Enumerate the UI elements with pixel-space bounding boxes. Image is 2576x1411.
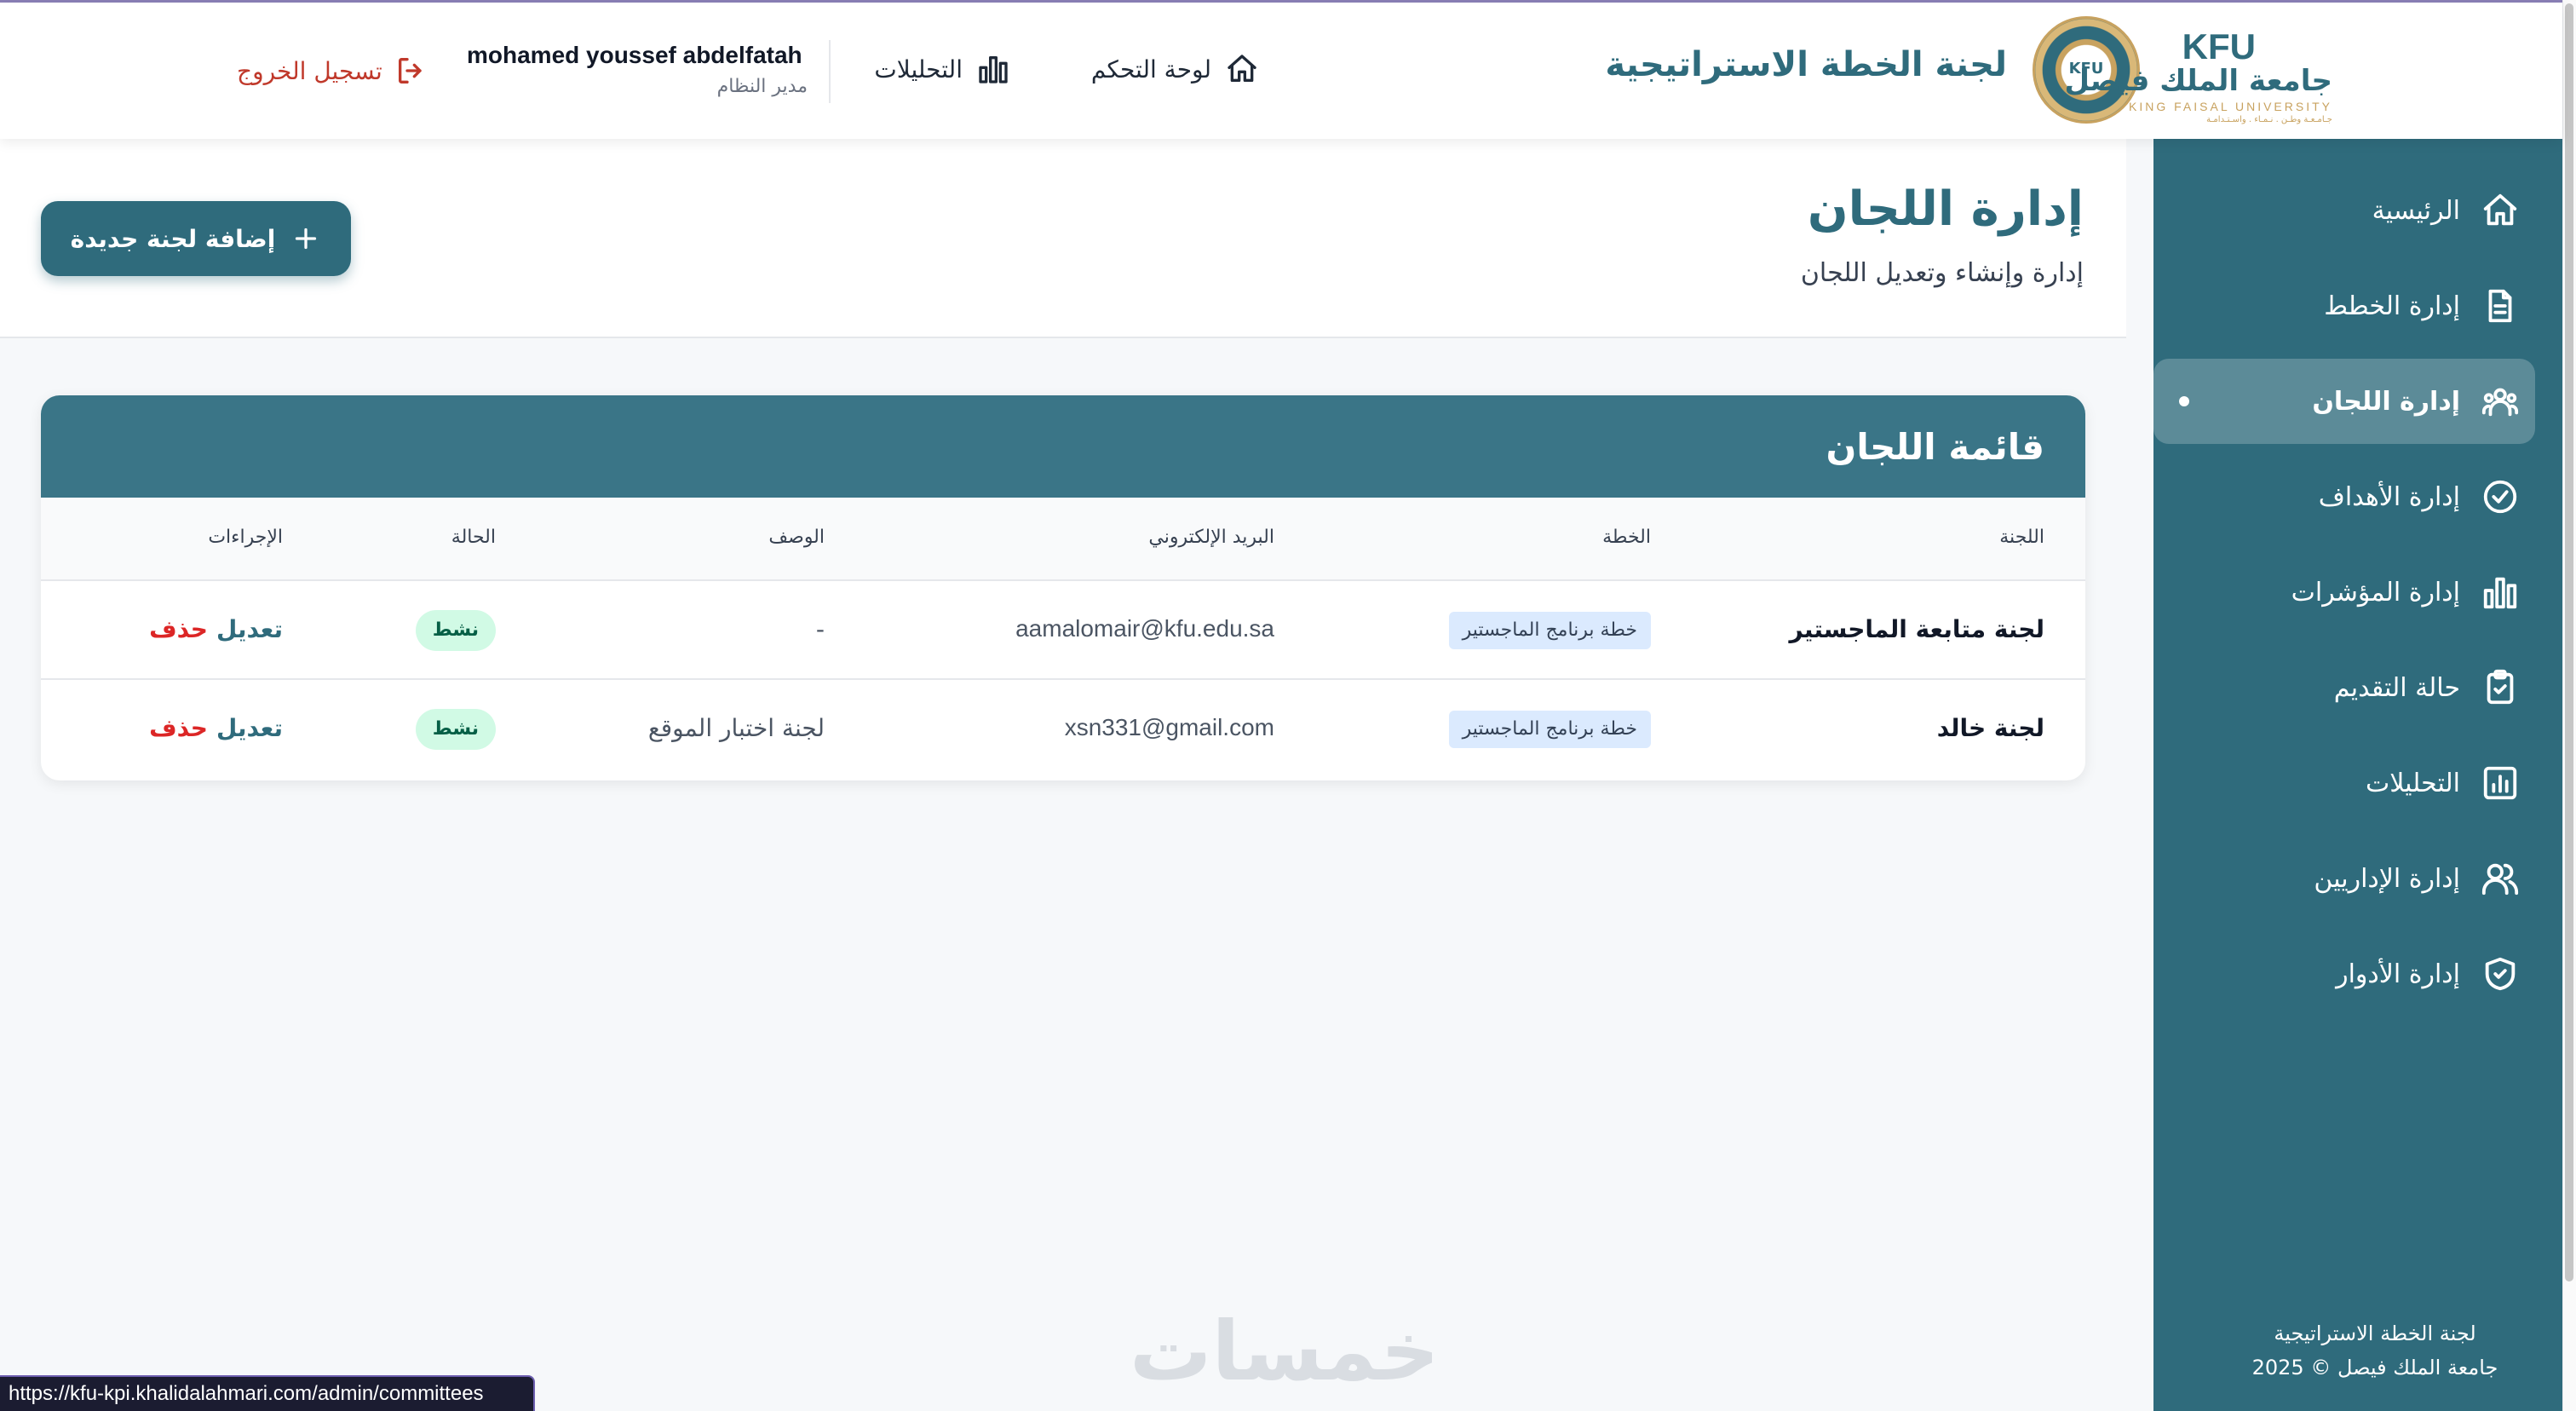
sidebar-item-label: إدارة الخطط xyxy=(2324,291,2460,321)
column-header-actions: الإجراءات xyxy=(208,527,283,548)
document-icon xyxy=(2488,289,2512,323)
clipboard-check-icon xyxy=(2487,669,2514,705)
header-divider xyxy=(829,40,831,103)
status-badge: نشط xyxy=(415,709,496,750)
logout-icon xyxy=(398,58,422,84)
sidebar-item-label: الرئيسية xyxy=(2372,195,2460,226)
sidebar-item-label: إدارة اللجان xyxy=(2312,386,2460,417)
status-badge: نشط xyxy=(415,610,496,651)
sidebar-item-label: إدارة الأهداف xyxy=(2318,481,2460,512)
status-bar-url: https://kfu-kpi.khalidalahmari.com/admin… xyxy=(0,1375,535,1411)
committee-email: xsn331@gmail.com xyxy=(1064,714,1274,740)
sidebar-item-committees[interactable]: إدارة اللجان xyxy=(2153,359,2535,444)
delete-button[interactable]: حذف xyxy=(149,615,208,643)
users-group-icon xyxy=(2481,388,2519,417)
column-header-committee: اللجنة xyxy=(1999,527,2044,548)
nav-dashboard[interactable]: لوحة التحكم xyxy=(1091,52,1259,86)
sidebar-item-goals[interactable]: إدارة الأهداف xyxy=(2153,454,2535,539)
nav-analytics[interactable]: التحليلات xyxy=(874,52,1010,86)
plan-badge: خطة برنامج الماجستير xyxy=(1448,612,1651,649)
analytics-icon xyxy=(2483,766,2517,800)
sidebar-item-label: التحليلات xyxy=(2365,768,2460,798)
logout-button[interactable]: تسجيل الخروج xyxy=(237,54,428,88)
app-title: لجنة الخطة الاستراتيجية xyxy=(1605,45,2007,84)
page-header: إدارة اللجان إدارة وإنشاء وتعديل اللجان … xyxy=(0,139,2126,338)
sidebar-item-indicators[interactable]: إدارة المؤشرات xyxy=(2153,550,2535,635)
column-header-plan: الخطة xyxy=(1602,527,1651,548)
user-name: mohamed youssef abdelfatah xyxy=(467,42,802,68)
scrollbar-thumb[interactable] xyxy=(2565,3,2573,1281)
table-row: لجنة متابعة الماجستير خطة برنامج الماجست… xyxy=(41,581,2085,680)
add-committee-button[interactable]: إضافة لجنة جديدة xyxy=(41,201,351,276)
plan-badge: خطة برنامج الماجستير xyxy=(1448,711,1651,748)
add-committee-label: إضافة لجنة جديدة xyxy=(70,224,276,253)
sidebar-item-label: حالة التقديم xyxy=(2333,672,2460,703)
logo-tagline: جـامـعـة وطـن . نـمـاء . واسـتـدامـة xyxy=(2206,115,2332,124)
sidebar: الرئيسية إدارة الخطط إدارة اللجان إدارة … xyxy=(2153,139,2562,1411)
sidebar-item-home[interactable]: الرئيسية xyxy=(2153,168,2535,253)
sidebar-item-label: إدارة الإداريين xyxy=(2314,863,2460,894)
logo-english-text: KING FAISAL UNIVERSITY xyxy=(2129,100,2332,113)
top-header: KFU KFU جامعة الملك فيصل KING FAISAL UNI… xyxy=(0,3,2562,139)
column-header-status: الحالة xyxy=(451,527,496,548)
table-row: لجنة خالد خطة برنامج الماجستير xsn331@gm… xyxy=(41,680,2085,779)
column-header-description: الوصف xyxy=(768,527,825,548)
watermark-logo: خمسات xyxy=(1130,1304,1440,1399)
nav-analytics-label: التحليلات xyxy=(874,55,963,84)
logout-label: تسجيل الخروج xyxy=(237,56,382,85)
committee-name: لجنة خالد xyxy=(1936,714,2044,742)
edit-button[interactable]: تعديل xyxy=(216,615,283,643)
university-logo[interactable]: KFU KFU جامعة الملك فيصل KING FAISAL UNI… xyxy=(2026,14,2332,125)
sidebar-item-analytics[interactable]: التحليلات xyxy=(2153,740,2535,826)
page-subtitle: إدارة وإنشاء وتعديل اللجان xyxy=(1800,258,2084,288)
table-header: اللجنة الخطة البريد الإلكتروني الوصف الح… xyxy=(41,498,2085,581)
check-circle-icon xyxy=(2483,480,2517,514)
committee-email: aamalomair@kfu.edu.sa xyxy=(1015,615,1274,642)
sidebar-footer-title: لجنة الخطة الاستراتيجية xyxy=(2274,1322,2476,1345)
active-indicator-dot xyxy=(2179,396,2189,406)
logo-kfu-text: KFU xyxy=(2182,26,2256,66)
committee-description: لجنة اختبار الموقع xyxy=(647,714,825,742)
column-header-email: البريد الإلكتروني xyxy=(1148,527,1274,548)
bar-chart-icon xyxy=(979,56,1008,84)
scrollbar[interactable] xyxy=(2562,0,2576,1411)
home-icon xyxy=(2483,193,2517,226)
committees-card: قائمة اللجان اللجنة الخطة البريد الإلكتر… xyxy=(41,395,2085,780)
card-title: قائمة اللجان xyxy=(1826,426,2045,468)
sidebar-item-submission-status[interactable]: حالة التقديم xyxy=(2153,645,2535,730)
committee-description: - xyxy=(815,615,825,643)
user-role: مدير النظام xyxy=(716,76,808,97)
nav-dashboard-label: لوحة التحكم xyxy=(1090,55,1211,84)
sidebar-item-plans[interactable]: إدارة الخطط xyxy=(2153,263,2535,348)
card-header: قائمة اللجان xyxy=(41,395,2085,498)
sidebar-footer-copyright: جامعة الملك فيصل © 2025 xyxy=(2251,1356,2498,1379)
plus-icon xyxy=(296,227,317,250)
users-icon xyxy=(2481,863,2519,896)
logo-arabic-text: جامعة الملك فيصل xyxy=(2064,64,2332,98)
committee-name: لجنة متابعة الماجستير xyxy=(1789,615,2044,643)
edit-button[interactable]: تعديل xyxy=(216,714,283,742)
sidebar-item-administrators[interactable]: إدارة الإداريين xyxy=(2153,836,2535,921)
shield-check-icon xyxy=(2485,957,2516,991)
bar-chart-icon xyxy=(2483,577,2517,609)
page-title: إدارة اللجان xyxy=(1807,181,2084,237)
sidebar-item-label: إدارة المؤشرات xyxy=(2291,577,2460,608)
delete-button[interactable]: حذف xyxy=(149,714,208,742)
sidebar-item-label: إدارة الأدوار xyxy=(2336,959,2460,989)
home-icon xyxy=(1228,55,1256,83)
sidebar-item-roles[interactable]: إدارة الأدوار xyxy=(2153,931,2535,1016)
